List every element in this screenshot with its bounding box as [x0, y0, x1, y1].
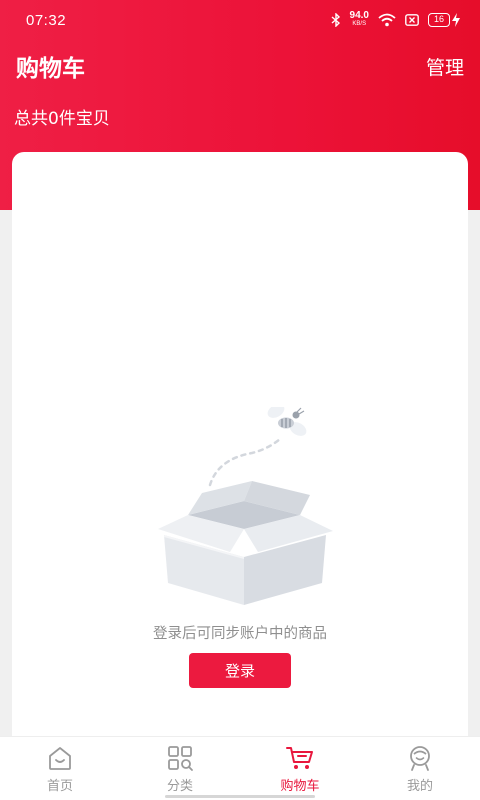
title-bar: 购物车 管理 [0, 46, 480, 86]
home-icon [49, 747, 71, 770]
charging-icon [452, 13, 460, 27]
bluetooth-icon [331, 13, 340, 27]
sim-off-icon [405, 14, 419, 26]
cart-content-card: 登录后可同步账户中的商品 登录 [12, 152, 468, 752]
nav-label-profile: 我的 [406, 779, 433, 794]
nav-item-home[interactable]: 首页 [0, 737, 120, 800]
battery-indicator: 16 [428, 13, 460, 27]
nav-label-cart: 购物车 [280, 779, 320, 794]
nav-item-profile[interactable]: 我的 [360, 737, 480, 800]
status-bar: 07:32 94.0 KB/S 16 [0, 0, 480, 40]
cart-icon [286, 747, 313, 769]
battery-level: 16 [428, 13, 450, 27]
network-speed-unit: KB/S [352, 21, 367, 27]
bottom-nav: 首页 分类 购物车 我的 [0, 736, 480, 800]
status-icons: 94.0 KB/S 16 [331, 10, 460, 28]
page-title: 购物车 [16, 56, 85, 82]
login-button[interactable]: 登录 [189, 653, 291, 688]
nav-item-category[interactable]: 分类 [120, 737, 240, 800]
category-icon [168, 746, 193, 771]
manage-button[interactable]: 管理 [426, 53, 464, 80]
nav-item-cart[interactable]: 购物车 [240, 737, 360, 800]
nav-label-category: 分类 [166, 779, 193, 794]
network-speed: 94.0 KB/S [349, 10, 369, 28]
nav-label-home: 首页 [46, 779, 73, 794]
status-time: 07:32 [26, 11, 67, 29]
bee-icon [267, 407, 307, 436]
cart-item-count: 总共0件宝贝 [14, 109, 110, 129]
profile-icon [410, 746, 430, 771]
empty-cart-message: 登录后可同步账户中的商品 [153, 626, 327, 642]
home-indicator [165, 795, 315, 798]
wifi-icon [378, 13, 396, 27]
network-speed-value: 94.0 [349, 10, 369, 21]
empty-box-illustration [158, 407, 333, 605]
